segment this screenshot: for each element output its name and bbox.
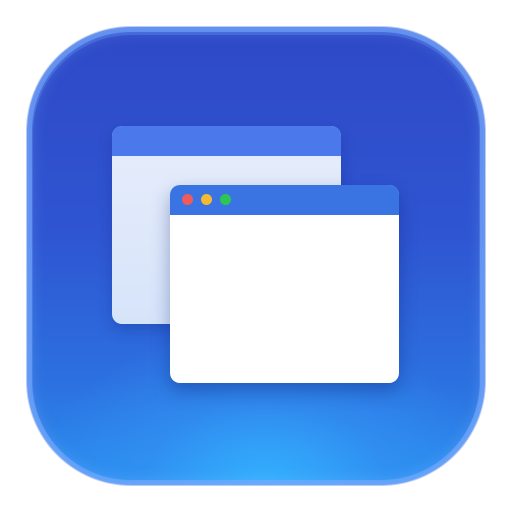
back-window-titlebar (112, 126, 341, 156)
app-icon[interactable] (27, 27, 485, 485)
maximize-dot-icon (220, 194, 231, 205)
front-window-icon (170, 185, 399, 383)
minimize-dot-icon (201, 194, 212, 205)
front-window-content (170, 215, 399, 383)
close-dot-icon (182, 194, 193, 205)
canvas (0, 0, 512, 512)
front-window-titlebar (170, 185, 399, 215)
